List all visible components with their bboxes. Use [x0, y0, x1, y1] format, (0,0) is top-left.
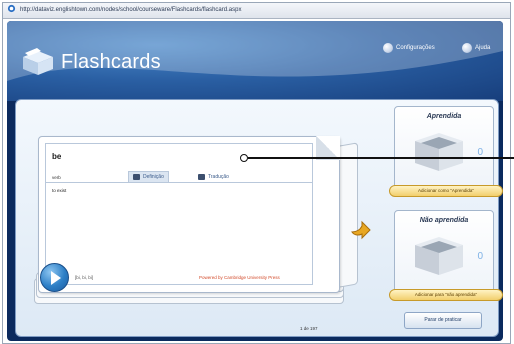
help-link[interactable]: Ajuda — [462, 43, 490, 53]
address-bar[interactable]: http://dataviz.englishtown.com/nodes/sch… — [3, 3, 510, 19]
add-not-learned-button[interactable]: Adicionar para "não aprendida" — [389, 289, 503, 301]
tab-translation[interactable]: Tradução — [194, 172, 233, 182]
settings-link[interactable]: Configurações — [383, 43, 435, 53]
add-learned-button[interactable]: Adicionar como "Aprendida" — [389, 185, 503, 197]
flashcard-stage: be verb Definição Tradução to exist [bi,… — [15, 99, 503, 337]
translation-icon — [198, 174, 205, 180]
not-learned-panel-title: Não aprendida — [419, 217, 469, 224]
flashcard[interactable]: be verb Definição Tradução to exist [bi,… — [38, 136, 340, 293]
stop-practice-button[interactable]: Parar de praticar — [404, 312, 482, 329]
flashcards-app: Flashcards Configurações Ajuda be verb D… — [7, 21, 503, 341]
browser-icon — [7, 4, 16, 13]
card-tab-row: verb Definição Tradução — [46, 171, 312, 183]
browser-window: http://dataviz.englishtown.com/nodes/sch… — [2, 2, 511, 344]
settings-label: Configurações — [396, 45, 435, 51]
definition-icon — [133, 174, 140, 180]
not-learned-panel: Não aprendida 0 Adicionar para "não apre… — [389, 210, 503, 301]
help-icon — [462, 43, 472, 53]
flashcard-word: be — [52, 152, 62, 161]
tab-translation-label: Tradução — [208, 174, 229, 180]
flashcards-logo-icon — [23, 48, 53, 75]
play-audio-button[interactable] — [40, 263, 69, 292]
callout-line — [248, 157, 514, 159]
help-label: Ajuda — [475, 45, 491, 51]
learned-box-icon[interactable] — [411, 129, 467, 173]
callout-marker — [240, 154, 248, 162]
powered-by-text: Powered by Cambridge University Press — [199, 275, 280, 280]
phonetic-text: [bi, bi, bi] — [75, 275, 94, 280]
not-learned-box-icon[interactable] — [411, 233, 467, 277]
app-title: Flashcards — [61, 51, 161, 73]
app-header: Flashcards Configurações Ajuda — [7, 21, 503, 101]
learned-panel: Aprendida 0 Adicionar como "Aprendida" — [389, 106, 503, 197]
card-counter: 1 de 197 — [300, 326, 318, 331]
tab-definition[interactable]: Definição — [128, 171, 169, 182]
settings-icon — [383, 43, 393, 53]
next-card-arrow-icon[interactable] — [350, 220, 372, 240]
not-learned-count: 0 — [477, 251, 483, 262]
part-of-speech: verb — [52, 175, 61, 180]
url-text: http://dataviz.englishtown.com/nodes/sch… — [20, 7, 242, 13]
definition-text: to exist — [52, 188, 67, 193]
learned-panel-title: Aprendida — [426, 113, 462, 120]
tab-definition-label: Definição — [143, 174, 164, 180]
flashcard-content: be verb Definição Tradução to exist — [45, 143, 313, 285]
